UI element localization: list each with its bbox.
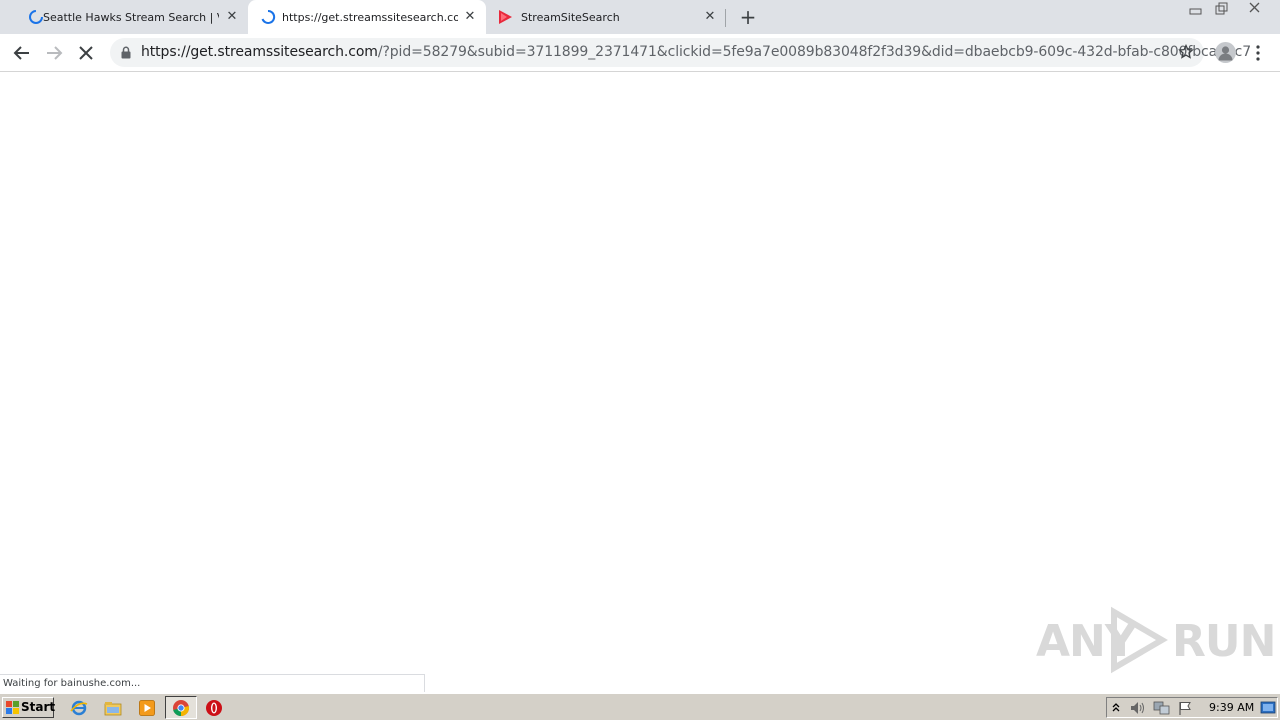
url-path-query: /?pid=58279&subid=3711899_2371471&clicki…: [377, 44, 1252, 60]
stop-loading-icon[interactable]: [74, 41, 98, 65]
start-label: Start: [21, 700, 56, 714]
internet-explorer-icon[interactable]: [70, 699, 88, 717]
tab-streamssitesearch-url[interactable]: https://get.streamssitesearch.com/ ✕: [248, 0, 486, 34]
taskbar: Start 9:39 AM: [0, 693, 1280, 720]
screen: Seattle Hawks Stream Search | VIPB ✕ htt…: [0, 0, 1280, 720]
lock-icon[interactable]: [120, 46, 132, 59]
tab-title: StreamSiteSearch: [521, 10, 620, 24]
chrome-taskbar-button[interactable]: [165, 696, 197, 719]
profile-avatar[interactable]: [1215, 42, 1236, 63]
tab-title: Seattle Hawks Stream Search | VIPB: [43, 10, 219, 24]
person-icon: [1218, 46, 1233, 61]
opera-icon[interactable]: [205, 699, 223, 717]
windows-logo-icon: [6, 701, 19, 714]
show-desktop-icon[interactable]: [1260, 700, 1276, 716]
action-center-flag-icon[interactable]: [1177, 700, 1193, 716]
play-logo-icon: [1111, 606, 1168, 674]
browser-toolbar: https://get.streamssitesearch.com/?pid=5…: [0, 34, 1280, 72]
close-tab-icon[interactable]: ✕: [702, 9, 718, 25]
restore-window-icon[interactable]: [1208, 0, 1234, 18]
media-player-icon[interactable]: [138, 699, 156, 717]
show-hidden-icons-chevron-icon[interactable]: [1111, 701, 1121, 715]
close-tab-icon[interactable]: ✕: [224, 9, 240, 25]
chrome-icon: [173, 700, 190, 717]
loading-spinner-icon: [261, 9, 276, 24]
close-tab-icon[interactable]: ✕: [462, 9, 478, 25]
back-arrow-icon[interactable]: [10, 41, 34, 65]
network-icon[interactable]: [1153, 700, 1171, 716]
red-play-icon: [499, 10, 512, 24]
minimize-window-icon[interactable]: [1183, 0, 1209, 18]
anyrun-watermark: ANY RUN: [1036, 606, 1276, 674]
watermark-right-text: RUN: [1172, 616, 1276, 667]
close-window-icon[interactable]: [1240, 0, 1270, 18]
tab-streamsitesearch[interactable]: StreamSiteSearch ✕: [488, 0, 726, 34]
loading-spinner-icon: [29, 10, 43, 24]
page-content: [0, 72, 1280, 693]
more-menu-icon[interactable]: [1250, 42, 1266, 64]
tab-title: https://get.streamssitesearch.com/: [282, 10, 458, 24]
tab-strip: Seattle Hawks Stream Search | VIPB ✕ htt…: [0, 0, 1280, 34]
status-bubble: Waiting for bainushe.com...: [0, 674, 425, 692]
tab-seattle-hawks[interactable]: Seattle Hawks Stream Search | VIPB ✕: [8, 0, 246, 34]
address-bar[interactable]: https://get.streamssitesearch.com/?pid=5…: [110, 38, 1251, 67]
start-button[interactable]: Start: [2, 697, 56, 718]
url-text[interactable]: https://get.streamssitesearch.com/?pid=5…: [141, 44, 1251, 60]
file-explorer-icon[interactable]: [104, 699, 122, 717]
url-host: https://get.streamssitesearch.com: [141, 44, 378, 60]
taskbar-clock: 9:39 AM: [1209, 701, 1255, 714]
new-tab-button[interactable]: +: [737, 6, 759, 28]
forward-arrow-icon[interactable]: [42, 41, 66, 65]
tab-separator: [725, 9, 726, 27]
bookmark-star-icon[interactable]: [1178, 44, 1194, 60]
speaker-volume-icon[interactable]: [1129, 700, 1147, 716]
